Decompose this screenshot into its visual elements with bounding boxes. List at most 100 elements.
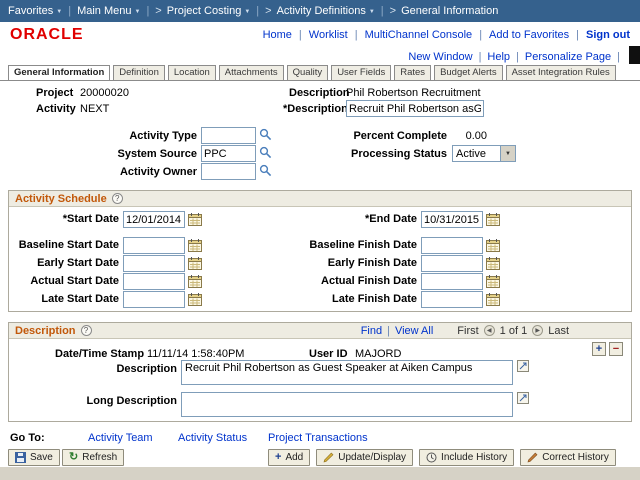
add-row-button[interactable]: +	[592, 342, 606, 356]
oracle-logo: ORACLE	[10, 26, 84, 44]
separator: |	[479, 29, 482, 41]
calendar-icon[interactable]	[188, 292, 202, 306]
activity-schedule-title: Activity Schedule	[15, 193, 107, 205]
breadcrumb-arrow-icon: >	[265, 5, 271, 17]
activity-type-input[interactable]	[201, 127, 256, 144]
add-button[interactable]: + Add	[268, 449, 310, 466]
baseline-start-date-input[interactable]	[123, 237, 185, 254]
caret-down-icon: ▼	[134, 9, 140, 15]
add-to-favorites-link[interactable]: Add to Favorites	[489, 29, 569, 41]
calendar-icon[interactable]	[188, 238, 202, 252]
activity-schedule-section: Activity Schedule ? *Start Date *End Dat…	[8, 190, 632, 312]
breadcrumb-favorites[interactable]: Favorites ▼	[8, 5, 62, 17]
breadcrumb-current-page-label: General Information	[401, 5, 498, 17]
baseline-finish-date-input[interactable]	[421, 237, 483, 254]
project-label: Project	[36, 87, 73, 99]
sign-out-link[interactable]: Sign out	[586, 29, 630, 41]
add-label: Add	[285, 452, 303, 463]
multichannel-console-link[interactable]: MultiChannel Console	[365, 29, 473, 41]
early-finish-date-label: Early Finish Date	[307, 257, 417, 269]
correct-history-label: Correct History	[542, 452, 609, 463]
help-icon[interactable]: ?	[112, 193, 123, 204]
calendar-icon[interactable]	[188, 274, 202, 288]
personalize-page-link[interactable]: Personalize Page	[525, 51, 611, 63]
early-start-date-input[interactable]	[123, 255, 185, 272]
lookup-icon[interactable]	[259, 128, 272, 141]
update-display-button[interactable]: Update/Display	[316, 449, 413, 466]
breadcrumb-activity-definitions[interactable]: Activity Definitions ▼	[277, 5, 375, 17]
processing-status-select[interactable]: Active ▼	[452, 145, 516, 162]
lookup-icon[interactable]	[259, 164, 272, 177]
clock-icon	[426, 452, 437, 463]
description-input[interactable]	[346, 100, 484, 117]
schedule-row: Late Start Date Late Finish Date	[9, 291, 631, 309]
description-textarea[interactable]: Recruit Phil Robertson as Guest Speaker …	[181, 360, 513, 385]
baseline-finish-date-label: Baseline Finish Date	[307, 239, 417, 251]
breadcrumb-favorites-label: Favorites	[8, 5, 53, 17]
new-window-link[interactable]: New Window	[408, 51, 472, 63]
breadcrumb-main-menu[interactable]: Main Menu ▼	[77, 5, 140, 17]
expand-icon[interactable]	[517, 392, 529, 404]
tab-general-information[interactable]: General Information	[8, 65, 110, 80]
schedule-row: Actual Start Date Actual Finish Date	[9, 273, 631, 291]
previous-row-icon[interactable]: ◀	[484, 325, 495, 336]
pencil-icon	[323, 452, 334, 463]
home-link[interactable]: Home	[263, 29, 292, 41]
refresh-label: Refresh	[82, 452, 117, 463]
worklist-link[interactable]: Worklist	[309, 29, 348, 41]
caret-down-icon: ▼	[369, 9, 375, 15]
include-history-button[interactable]: Include History	[419, 449, 514, 466]
tab-rates[interactable]: Rates	[394, 65, 431, 80]
save-button[interactable]: Save	[8, 449, 60, 466]
view-all-link[interactable]: View All	[395, 325, 433, 337]
late-finish-date-input[interactable]	[421, 291, 483, 308]
tab-strip: General Information Definition Location …	[0, 66, 640, 81]
description-display-value: Phil Robertson Recruitment	[346, 87, 481, 99]
help-link[interactable]: Help	[487, 51, 510, 63]
activity-owner-input[interactable]	[201, 163, 256, 180]
long-description-textarea[interactable]	[181, 392, 513, 417]
lookup-icon[interactable]	[259, 146, 272, 159]
tab-user-fields[interactable]: User Fields	[331, 65, 391, 80]
breadcrumb-project-costing[interactable]: Project Costing ▼	[167, 5, 251, 17]
early-finish-date-input[interactable]	[421, 255, 483, 272]
calendar-icon[interactable]	[486, 212, 500, 226]
calendar-icon[interactable]	[188, 256, 202, 270]
activity-team-link[interactable]: Activity Team	[88, 432, 153, 444]
pencil-icon	[527, 452, 538, 463]
calendar-icon[interactable]	[486, 274, 500, 288]
actual-finish-date-input[interactable]	[421, 273, 483, 290]
tab-attachments[interactable]: Attachments	[219, 65, 284, 80]
help-icon[interactable]: ?	[81, 325, 92, 336]
schedule-row: *Start Date *End Date	[9, 211, 631, 229]
next-row-icon[interactable]: ▶	[532, 325, 543, 336]
activity-type-label: Activity Type	[97, 130, 197, 142]
tab-definition[interactable]: Definition	[113, 65, 165, 80]
breadcrumb-project-costing-label: Project Costing	[167, 5, 242, 17]
breadcrumb-activity-definitions-label: Activity Definitions	[277, 5, 366, 17]
calendar-icon[interactable]	[486, 238, 500, 252]
actual-start-date-label: Actual Start Date	[17, 275, 119, 287]
find-link[interactable]: Find	[361, 325, 382, 337]
tab-asset-integration-rules[interactable]: Asset Integration Rules	[506, 65, 616, 80]
refresh-button[interactable]: ↻ Refresh	[62, 449, 124, 466]
separator: |	[617, 51, 620, 63]
start-date-input[interactable]	[123, 211, 185, 228]
calendar-icon[interactable]	[486, 256, 500, 270]
actual-start-date-input[interactable]	[123, 273, 185, 290]
project-transactions-link[interactable]: Project Transactions	[268, 432, 368, 444]
calendar-icon[interactable]	[188, 212, 202, 226]
tab-location[interactable]: Location	[168, 65, 216, 80]
description-section: Description ? Find | View All First ◀ 1 …	[8, 322, 632, 422]
delete-row-button[interactable]: −	[609, 342, 623, 356]
correct-history-button[interactable]: Correct History	[520, 449, 616, 466]
tab-budget-alerts[interactable]: Budget Alerts	[434, 65, 503, 80]
end-date-input[interactable]	[421, 211, 483, 228]
separator: |	[576, 29, 579, 41]
system-source-input[interactable]	[201, 145, 256, 162]
expand-icon[interactable]	[517, 360, 529, 372]
calendar-icon[interactable]	[486, 292, 500, 306]
late-start-date-input[interactable]	[123, 291, 185, 308]
activity-status-link[interactable]: Activity Status	[178, 432, 247, 444]
tab-quality[interactable]: Quality	[287, 65, 329, 80]
